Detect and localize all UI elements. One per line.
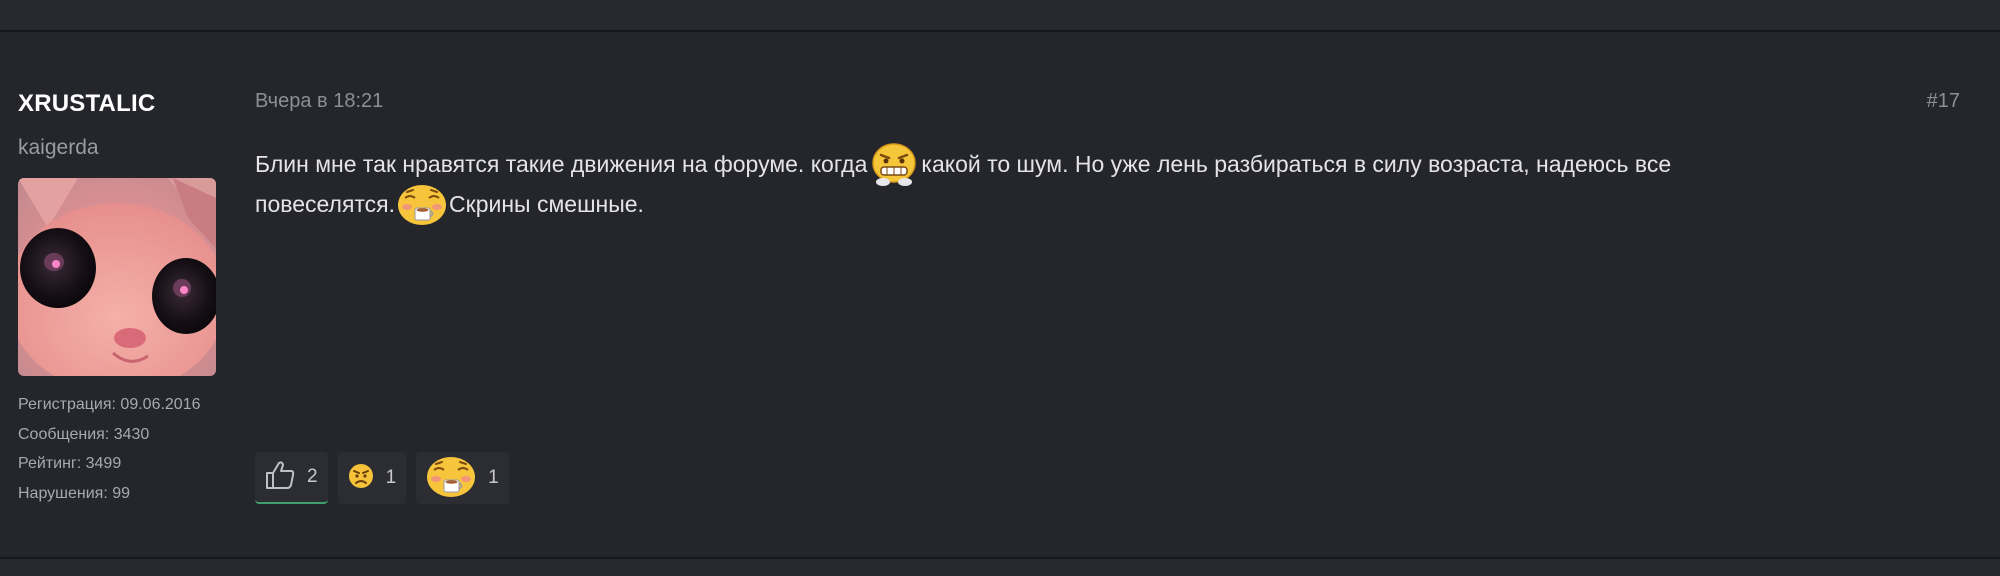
cat-avatar-icon <box>18 178 216 376</box>
top-separator <box>0 0 2000 32</box>
angry-face-icon <box>346 461 376 496</box>
tea-sipping-emoji-icon <box>424 452 478 505</box>
thumbs-up-icon <box>263 458 297 497</box>
user-stats: Регистрация: 09.06.2016 Сообщения: 3430 … <box>18 396 201 514</box>
post-date-link[interactable]: Вчера в 18:21 <box>255 90 383 113</box>
stat-messages: Сообщения: 3430 <box>18 425 150 443</box>
reaction-tea-button[interactable]: 1 <box>416 452 509 504</box>
message-text: Скрины смешные. <box>449 191 644 217</box>
reaction-angry-button[interactable]: 1 <box>337 452 407 504</box>
stat-registration: Регистрация: 09.06.2016 <box>18 396 201 413</box>
avatar[interactable] <box>18 178 216 376</box>
reaction-count: 1 <box>488 467 499 488</box>
tea-sipping-emoji-icon <box>395 181 449 227</box>
user-title: kaigerda <box>18 136 99 159</box>
username-link[interactable]: XRUSTALIC <box>18 90 155 118</box>
grimace-emoji-icon <box>867 141 921 187</box>
stat-violations: Нарушения: 99 <box>18 484 131 502</box>
post-number-link[interactable]: #17 <box>1927 90 1960 113</box>
bottom-separator <box>0 557 2000 576</box>
reactions-bar: 2 1 1 <box>255 452 509 504</box>
page: XRUSTALIC kaigerda Регистрация: 09.06.20… <box>0 0 2000 576</box>
post-message: Блин мне так нравятся такие движения на … <box>255 139 1955 229</box>
message-text: повеселятся. <box>255 191 396 217</box>
reaction-count: 2 <box>307 466 318 487</box>
message-text: какой то шум. Но уже лень разбираться в … <box>921 151 1672 177</box>
reaction-like-button[interactable]: 2 <box>255 452 328 504</box>
reaction-count: 1 <box>385 467 397 488</box>
stat-rating: Рейтинг: 3499 <box>18 455 122 472</box>
